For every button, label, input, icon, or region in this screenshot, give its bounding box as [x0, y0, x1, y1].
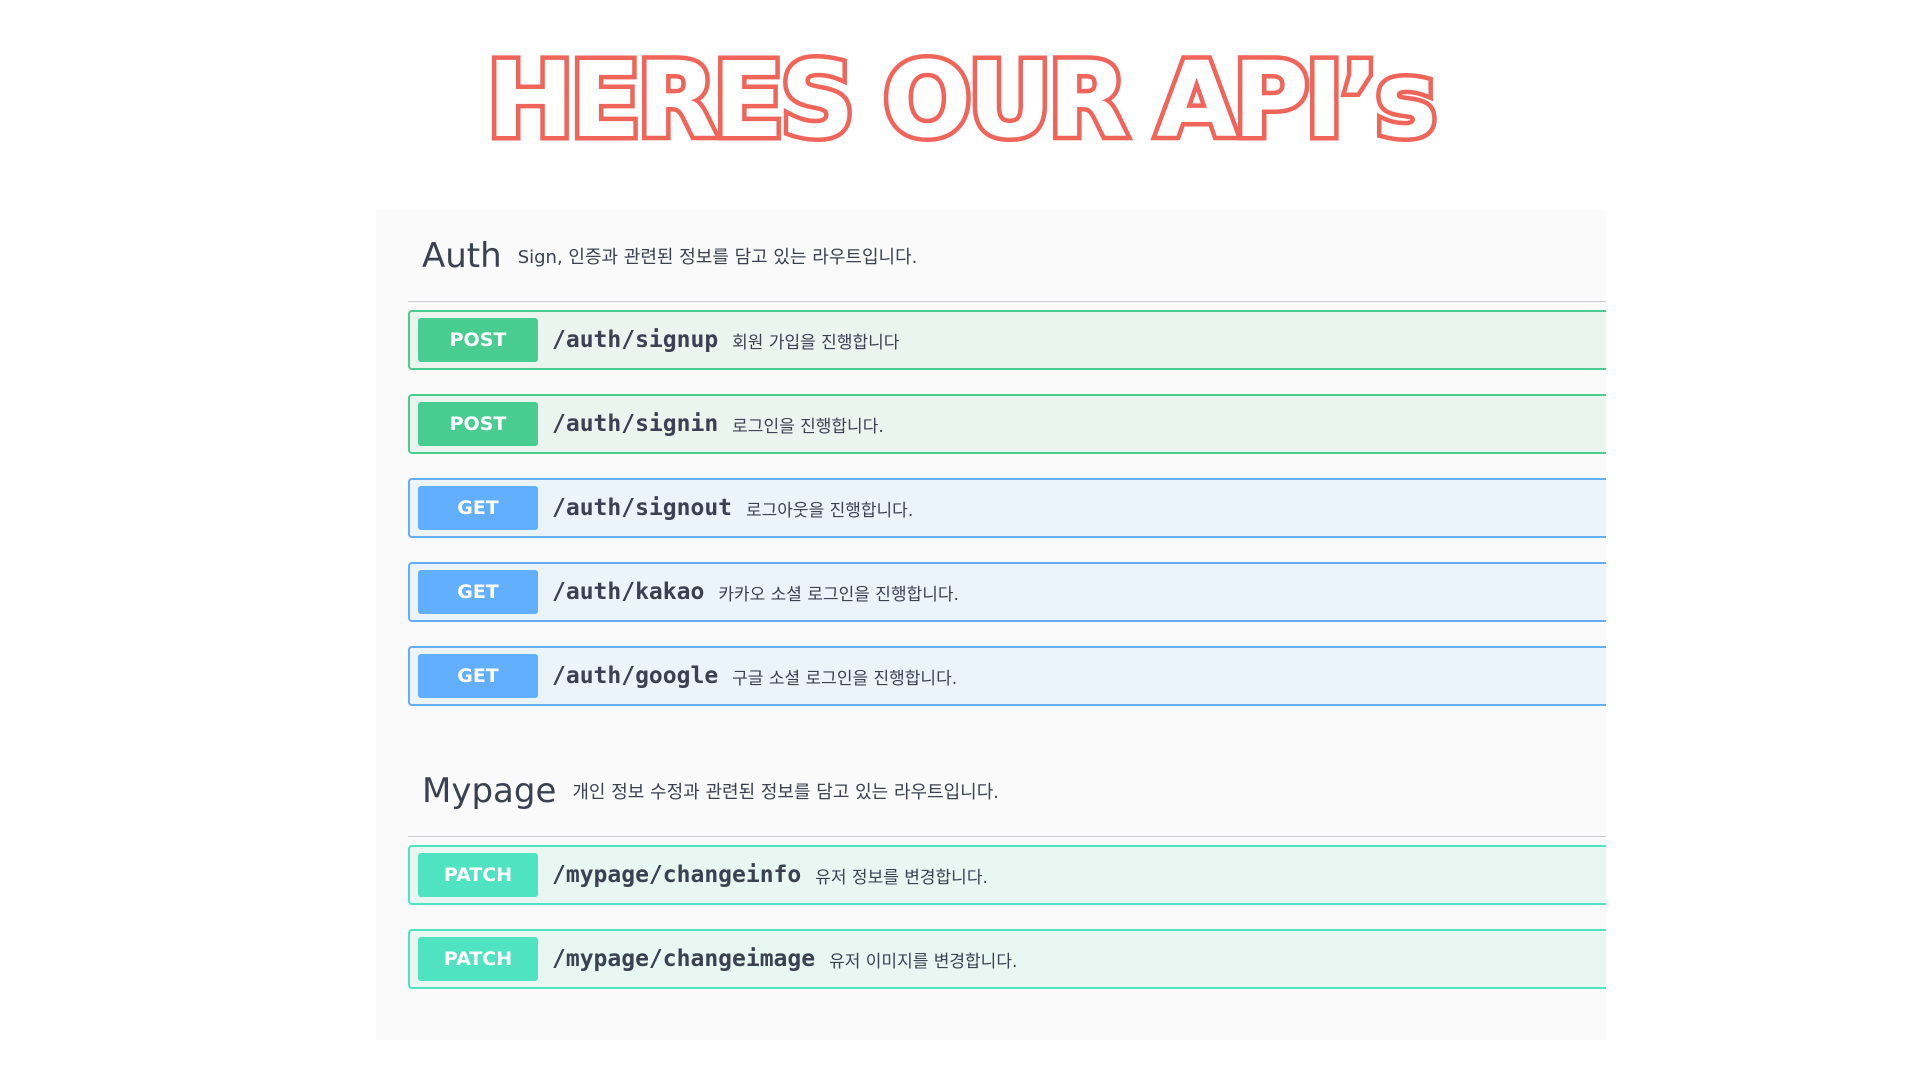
section-description: 개인 정보 수정과 관련된 정보를 담고 있는 라우트입니다.	[572, 781, 1000, 803]
section-title: Mypage	[422, 770, 557, 811]
method-badge: GET	[418, 570, 538, 614]
page-headline: HERES OUR API’s	[482, 36, 1441, 165]
operation-path: /auth/signout	[552, 495, 733, 521]
method-badge: PATCH	[418, 937, 538, 981]
operation-path: /auth/google	[552, 663, 719, 689]
operation-summary: 로그아웃을 진행합니다.	[746, 500, 914, 521]
operation-summary: 회원 가입을 진행합니다	[732, 332, 900, 353]
section-header-mypage[interactable]: Mypage 개인 정보 수정과 관련된 정보를 담고 있는 라우트입니다.	[408, 745, 1606, 837]
section-title: Auth	[422, 235, 502, 276]
operation-summary: 로그인을 진행합니다.	[732, 416, 884, 437]
operation-path: /mypage/changeimage	[552, 946, 816, 972]
operation-auth-signin[interactable]: POST /auth/signin 로그인을 진행합니다.	[408, 394, 1606, 454]
method-badge: PATCH	[418, 853, 538, 897]
operation-auth-signup[interactable]: POST /auth/signup 회원 가입을 진행합니다	[408, 310, 1606, 370]
operation-summary: 카카오 소셜 로그인을 진행합니다.	[718, 584, 959, 605]
operation-auth-google[interactable]: GET /auth/google 구글 소셜 로그인을 진행합니다.	[408, 646, 1606, 706]
method-badge: GET	[418, 654, 538, 698]
method-badge: POST	[418, 318, 538, 362]
operation-path: /auth/kakao	[552, 579, 705, 605]
operation-mypage-changeinfo[interactable]: PATCH /mypage/changeinfo 유저 정보를 변경합니다.	[408, 845, 1606, 905]
operation-auth-kakao[interactable]: GET /auth/kakao 카카오 소셜 로그인을 진행합니다.	[408, 562, 1606, 622]
method-badge: POST	[418, 402, 538, 446]
section-description: Sign, 인증과 관련된 정보를 담고 있는 라우트입니다.	[517, 246, 918, 268]
operation-path: /auth/signup	[552, 327, 719, 353]
operation-summary: 유저 이미지를 변경합니다.	[829, 951, 1018, 972]
swagger-panel: Auth Sign, 인증과 관련된 정보를 담고 있는 라우트입니다. POS…	[376, 210, 1606, 1040]
operation-mypage-changeimage[interactable]: PATCH /mypage/changeimage 유저 이미지를 변경합니다.	[408, 929, 1606, 989]
operation-path: /mypage/changeinfo	[552, 862, 802, 888]
operation-summary: 구글 소셜 로그인을 진행합니다.	[732, 668, 958, 689]
operation-auth-signout[interactable]: GET /auth/signout 로그아웃을 진행합니다.	[408, 478, 1606, 538]
operation-summary: 유저 정보를 변경합니다.	[815, 867, 988, 888]
section-header-auth[interactable]: Auth Sign, 인증과 관련된 정보를 담고 있는 라우트입니다.	[408, 210, 1606, 302]
method-badge: GET	[418, 486, 538, 530]
operation-path: /auth/signin	[552, 411, 719, 437]
